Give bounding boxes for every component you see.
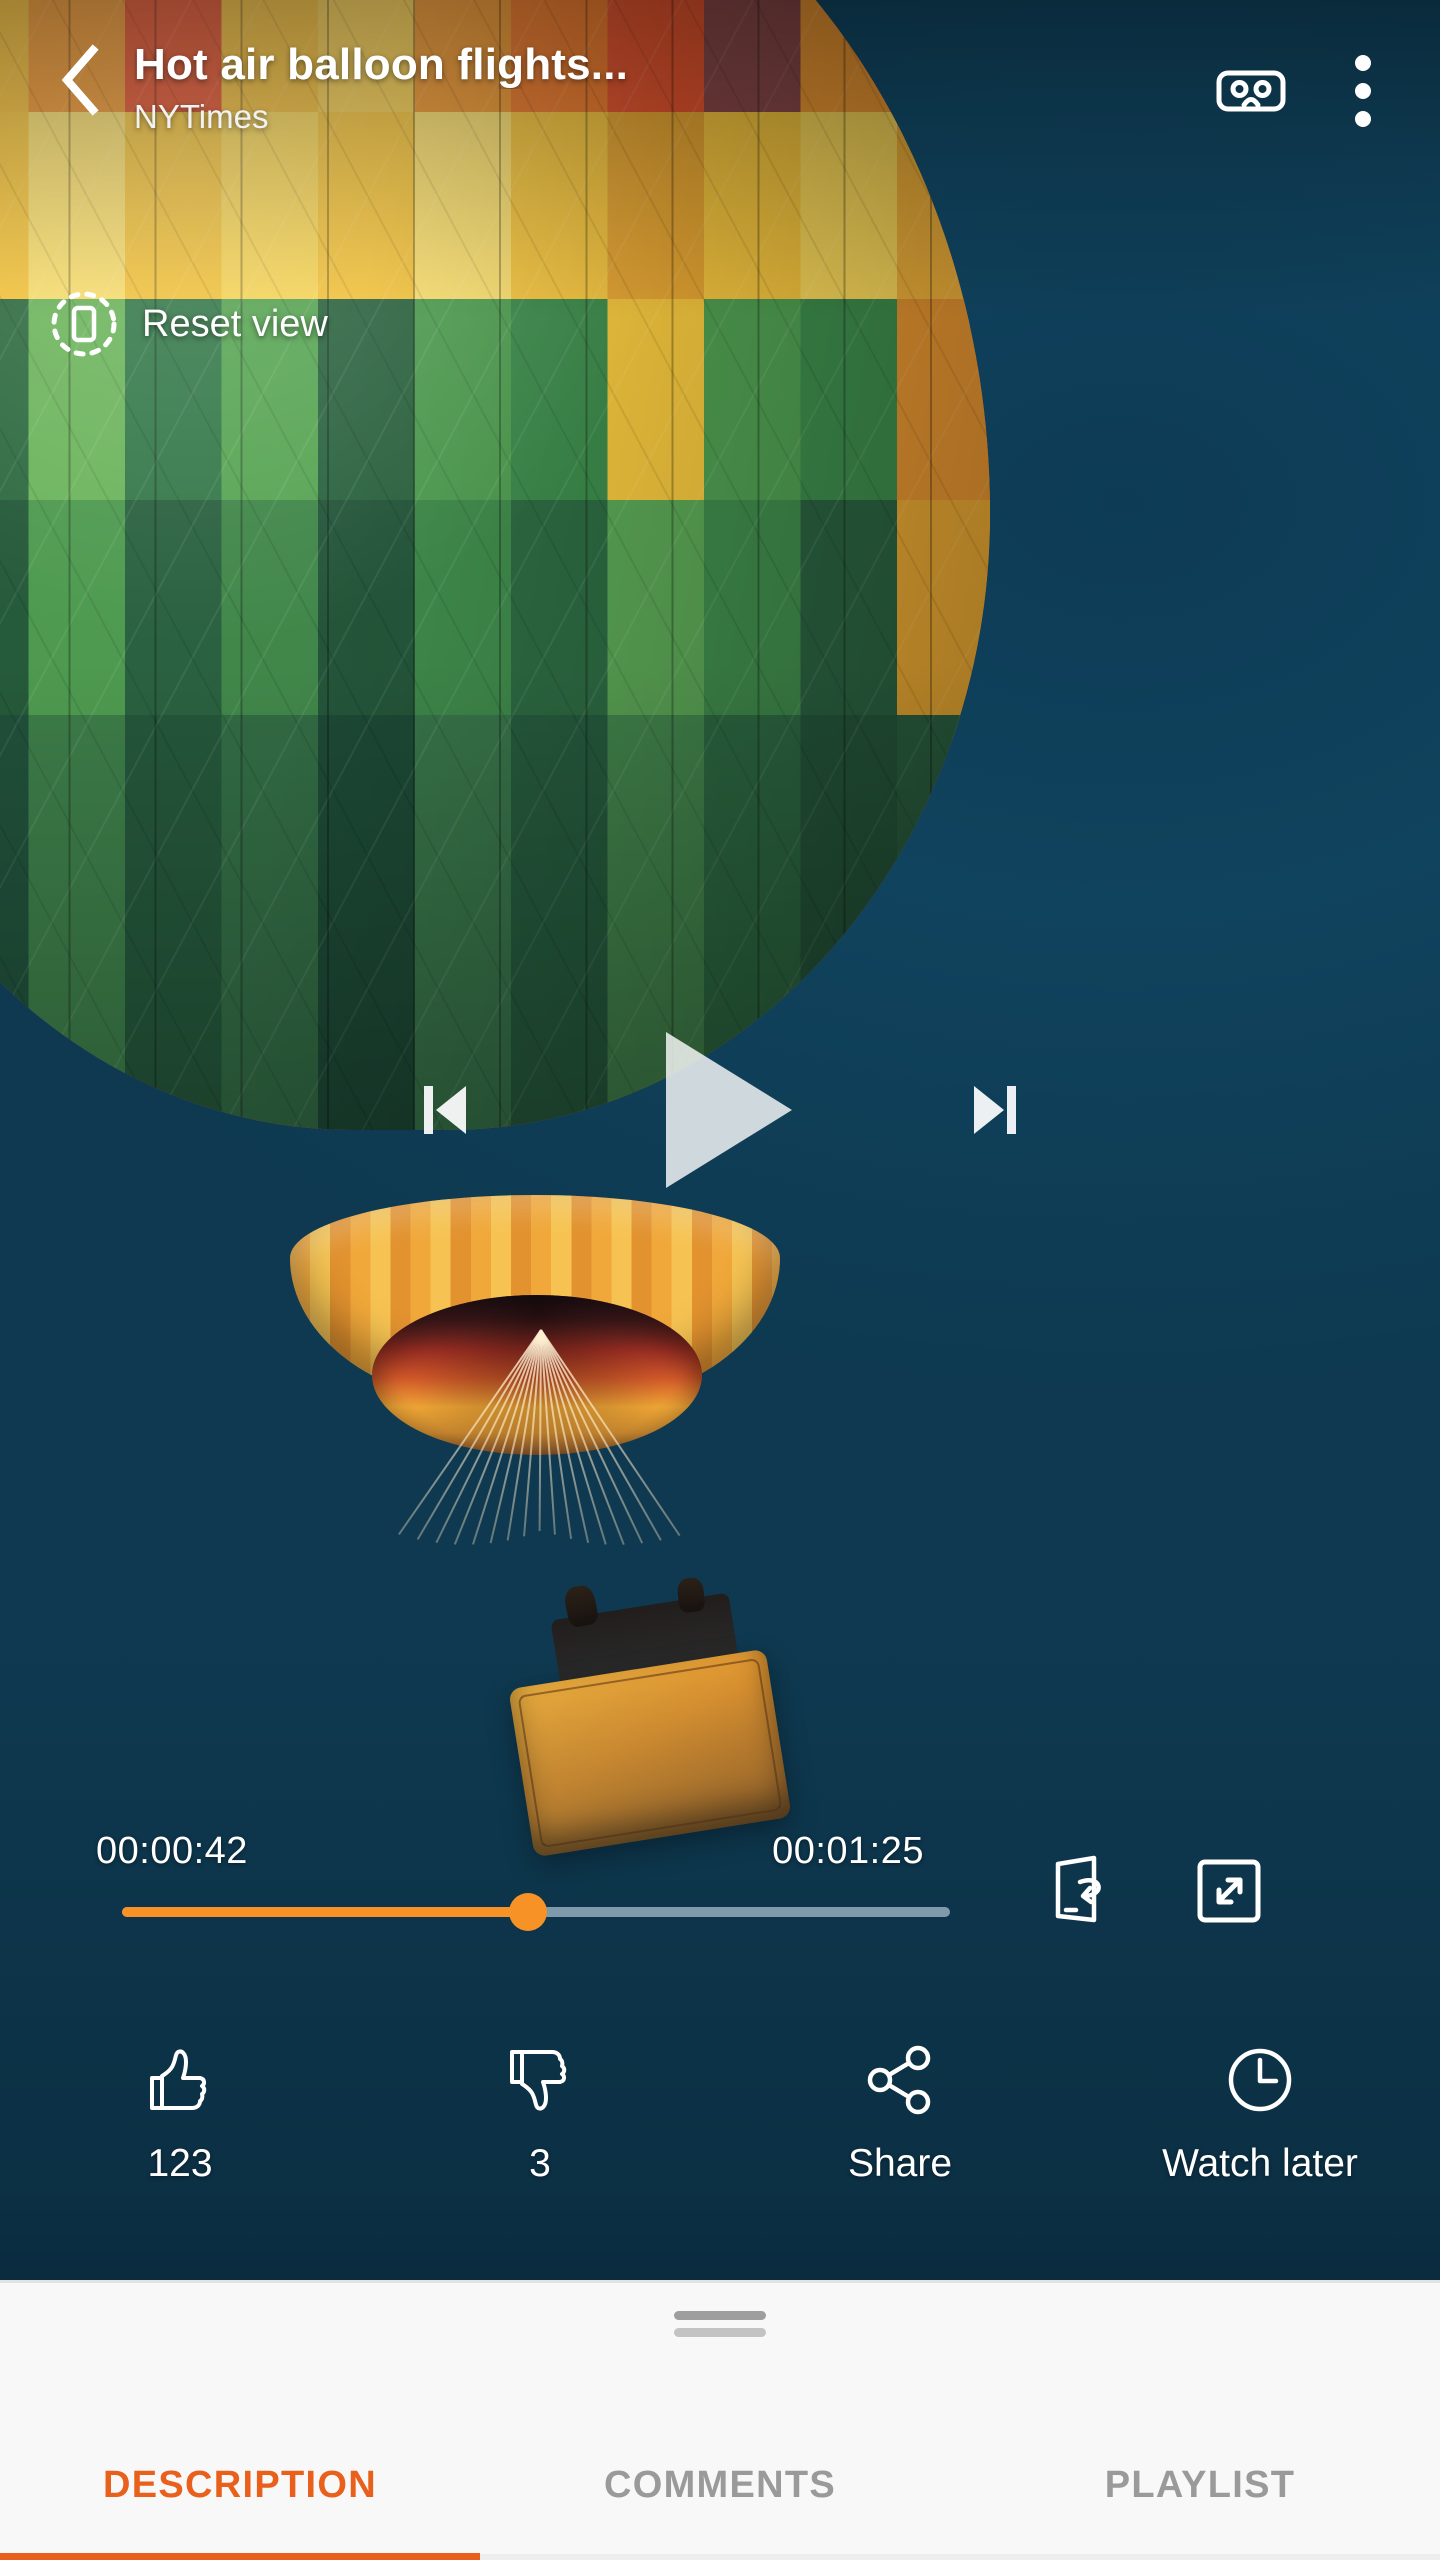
player-top-bar: Hot air balloon flights... NYTimes [0, 0, 1440, 160]
playback-transport-controls [0, 1010, 1440, 1210]
top-bar-actions [1208, 34, 1406, 134]
reset-view-label: Reset view [142, 302, 328, 345]
share-button[interactable]: Share [720, 2040, 1080, 2240]
seek-bar-group: 00:00:42 00:01:25 [48, 1830, 998, 1931]
play-icon [666, 1032, 792, 1188]
tab-comments[interactable]: COMMENTS [480, 2410, 960, 2560]
tab-playlist-label: PLAYLIST [1104, 2463, 1296, 2506]
total-time: 00:01:25 [772, 1830, 924, 1872]
thumb-up-icon [150, 2049, 207, 2110]
reset-view-icon [51, 291, 117, 357]
video-channel: NYTimes [134, 98, 269, 136]
share-icon [867, 2045, 931, 2115]
tab-comments-underline [480, 2554, 960, 2560]
tab-description[interactable]: DESCRIPTION [0, 2410, 480, 2560]
thumb-down-icon [510, 2050, 567, 2111]
next-button[interactable] [970, 1081, 1020, 1139]
video-title: Hot air balloon flights... [134, 40, 629, 89]
info-tabs: DESCRIPTION COMMENTS PLAYLIST [0, 2410, 1440, 2560]
tab-playlist-underline [960, 2554, 1440, 2560]
watch-later-button[interactable]: Watch later [1080, 2040, 1440, 2240]
balloon-cables [330, 1329, 750, 1620]
rotate-screen-button[interactable] [1038, 1848, 1124, 1934]
tab-description-label: DESCRIPTION [103, 2463, 377, 2506]
skip-next-icon [974, 1086, 1016, 1134]
overflow-menu-button[interactable] [1320, 48, 1406, 134]
progress-fill [122, 1907, 528, 1917]
video-action-bar: 123 3 Share Watch later [0, 2040, 1440, 2240]
like-count: 123 [147, 2142, 213, 2185]
skip-previous-icon [424, 1086, 466, 1134]
dislike-count: 3 [529, 2142, 551, 2185]
cardboard-vr-icon [1216, 70, 1286, 112]
screen-rotate-icon [1055, 1855, 1101, 1923]
seek-bar-block: 00:00:42 00:01:25 [0, 1830, 1440, 1934]
fullscreen-expand-icon [1197, 1859, 1261, 1923]
watch-later-label: Watch later [1162, 2142, 1358, 2185]
player-secondary-actions [998, 1830, 1272, 1934]
tab-description-underline [0, 2553, 480, 2560]
like-button[interactable]: 123 [0, 2040, 360, 2240]
dislike-button[interactable]: 3 [360, 2040, 720, 2240]
balloon-envelope [0, 0, 990, 1130]
back-button[interactable] [34, 34, 126, 126]
video-player-screen: Hot air balloon flights... NYTimes Reset… [0, 0, 1440, 2560]
video-title-block: Hot air balloon flights... NYTimes [126, 34, 1208, 136]
progress-thumb[interactable] [508, 1893, 547, 1931]
drag-handle-icon[interactable] [674, 2311, 766, 2337]
previous-button[interactable] [420, 1081, 470, 1139]
vr-mode-button[interactable] [1208, 48, 1294, 134]
clock-icon [1228, 2048, 1292, 2112]
tab-comments-label: COMMENTS [603, 2463, 837, 2506]
tab-playlist[interactable]: PLAYLIST [960, 2410, 1440, 2560]
share-label: Share [847, 2142, 953, 2185]
fullscreen-button[interactable] [1186, 1848, 1272, 1934]
time-row: 00:00:42 00:01:25 [48, 1830, 998, 1873]
more-vertical-icon [1355, 55, 1371, 127]
play-button[interactable] [620, 1010, 820, 1210]
chevron-left-icon [61, 44, 99, 116]
current-time: 00:00:42 [96, 1830, 248, 1872]
reset-view-button[interactable]: Reset view [48, 288, 328, 360]
progress-slider[interactable] [122, 1893, 950, 1931]
info-bottom-sheet: DESCRIPTION COMMENTS PLAYLIST [0, 2280, 1440, 2560]
